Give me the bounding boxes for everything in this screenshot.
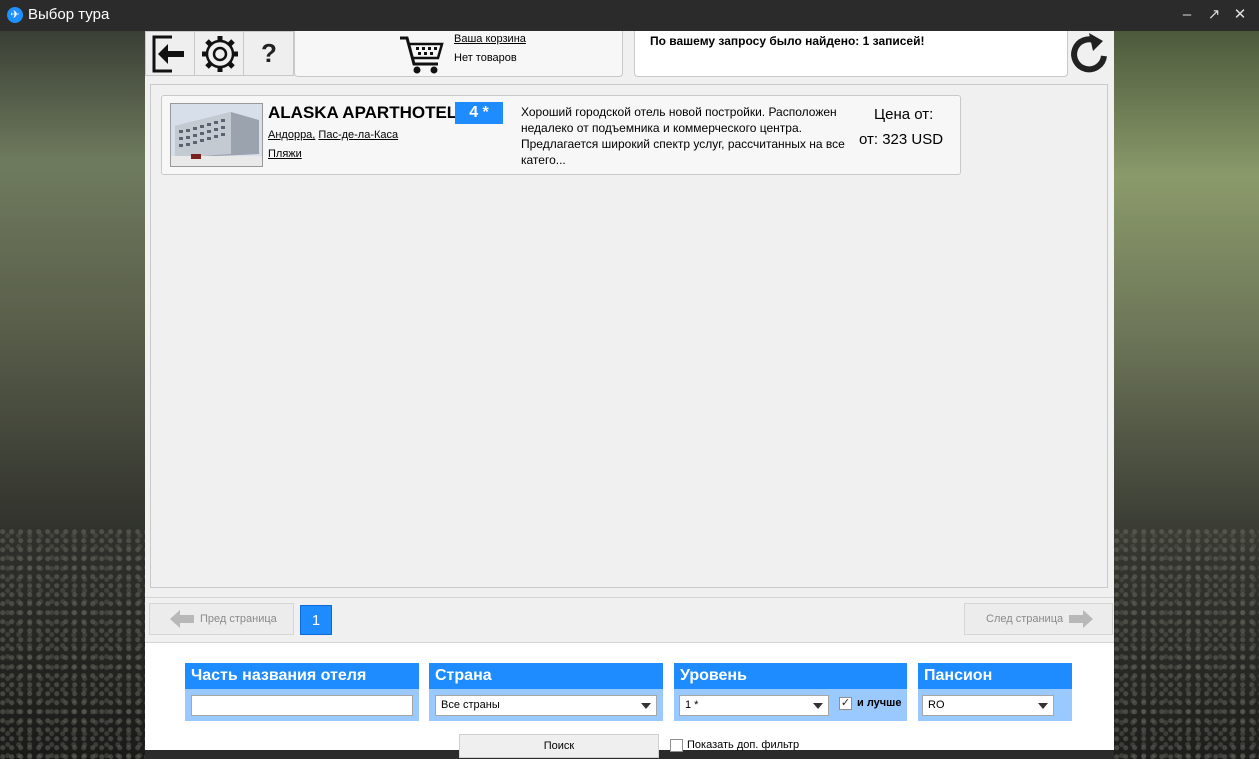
refresh-button[interactable] — [1065, 31, 1114, 77]
main-panel: ? Ваша корзина Нет товаров По вашему зап… — [145, 31, 1114, 758]
background-image-right — [1114, 31, 1259, 759]
filter-board: Пансион RO — [918, 663, 1072, 721]
gear-icon — [202, 36, 238, 72]
better-checkbox[interactable]: ✓ — [839, 697, 852, 710]
filter-hotel-name-label: Часть названия отеля — [185, 663, 419, 689]
cart-panel: Ваша корзина Нет товаров — [294, 31, 623, 77]
extra-filter-label[interactable]: Показать доп. фильтр — [687, 739, 799, 751]
hotel-location: Андорра, Пас-де-ла-Каса — [268, 129, 398, 141]
extra-filter-checkbox[interactable] — [670, 739, 683, 752]
filter-board-label: Пансион — [918, 663, 1072, 689]
next-page-label: След страница — [986, 613, 1064, 625]
better-label: и лучше — [857, 697, 902, 709]
maximize-button[interactable]: ↗ — [1203, 4, 1225, 26]
chevron-down-icon — [641, 703, 651, 709]
help-icon: ? — [261, 38, 277, 68]
cart-icon — [400, 36, 444, 74]
level-select[interactable]: 1 * — [679, 695, 829, 716]
level-select-value: 1 * — [685, 699, 699, 711]
exit-button[interactable] — [145, 31, 195, 76]
hotel-description: Хороший городской отель новой постройки.… — [521, 105, 845, 167]
hotel-name[interactable]: ALASKA APARTHOTEL — [268, 103, 457, 123]
hotel-name-input[interactable] — [191, 695, 413, 716]
window-title: Выбор тура — [28, 6, 110, 23]
result-panel: По вашему запросу было найдено: 1 записе… — [634, 31, 1068, 77]
filter-level: Уровень 1 * ✓ и лучше — [674, 663, 907, 721]
board-select[interactable]: RO — [922, 695, 1054, 716]
prev-page-label: Пред страница — [200, 613, 277, 625]
cart-status: Нет товаров — [454, 52, 517, 64]
background-image-left — [0, 31, 145, 759]
hotel-building-image — [171, 104, 262, 166]
exit-icon — [152, 35, 186, 73]
prev-page-button[interactable]: Пред страница — [149, 603, 294, 635]
arrow-right-icon — [1069, 610, 1093, 628]
hotel-stars-badge: 4 * — [455, 102, 503, 124]
filter-level-label: Уровень — [674, 663, 907, 689]
country-select[interactable]: Все страны — [435, 695, 657, 716]
cart-link[interactable]: Ваша корзина — [454, 33, 526, 45]
window-titlebar: ✈ Выбор тура – ↗ ✕ — [0, 0, 1259, 31]
category-link[interactable]: Пляжи — [268, 148, 302, 160]
board-select-value: RO — [928, 699, 945, 711]
hotel-card[interactable]: ALASKA APARTHOTEL 4 * Андорра, Пас-де-ла… — [161, 95, 961, 175]
city-link[interactable]: Пас-де-ла-Каса — [318, 129, 398, 141]
filter-country-label: Страна — [429, 663, 663, 689]
next-page-button[interactable]: След страница — [964, 603, 1113, 635]
results-list: ALASKA APARTHOTEL 4 * Андорра, Пас-де-ла… — [150, 84, 1108, 588]
chevron-down-icon — [813, 703, 823, 709]
refresh-icon — [1071, 33, 1107, 73]
help-button[interactable]: ? — [243, 31, 294, 76]
arrow-left-icon — [170, 610, 194, 628]
country-select-value: Все страны — [441, 699, 500, 711]
price-label: Цена от: — [874, 106, 934, 123]
price-value: от: 323 USD — [859, 131, 944, 148]
chevron-down-icon — [1038, 703, 1048, 709]
settings-button[interactable] — [194, 31, 244, 76]
filter-hotel-name: Часть названия отеля — [185, 663, 419, 721]
close-button[interactable]: ✕ — [1229, 4, 1251, 26]
result-count-text: По вашему запросу было найдено: 1 записе… — [650, 34, 925, 48]
page-number-button[interactable]: 1 — [300, 605, 332, 635]
pagination-bar: Пред страница 1 След страница — [145, 597, 1114, 643]
hotel-photo[interactable] — [170, 103, 263, 167]
minimize-button[interactable]: – — [1176, 4, 1198, 26]
country-link[interactable]: Андорра, — [268, 129, 315, 141]
filter-country: Страна Все страны — [429, 663, 663, 721]
airplane-icon: ✈ — [7, 7, 23, 23]
filter-panel: Часть названия отеля Страна Все страны У… — [145, 643, 1114, 758]
search-button[interactable]: Поиск — [459, 734, 659, 758]
